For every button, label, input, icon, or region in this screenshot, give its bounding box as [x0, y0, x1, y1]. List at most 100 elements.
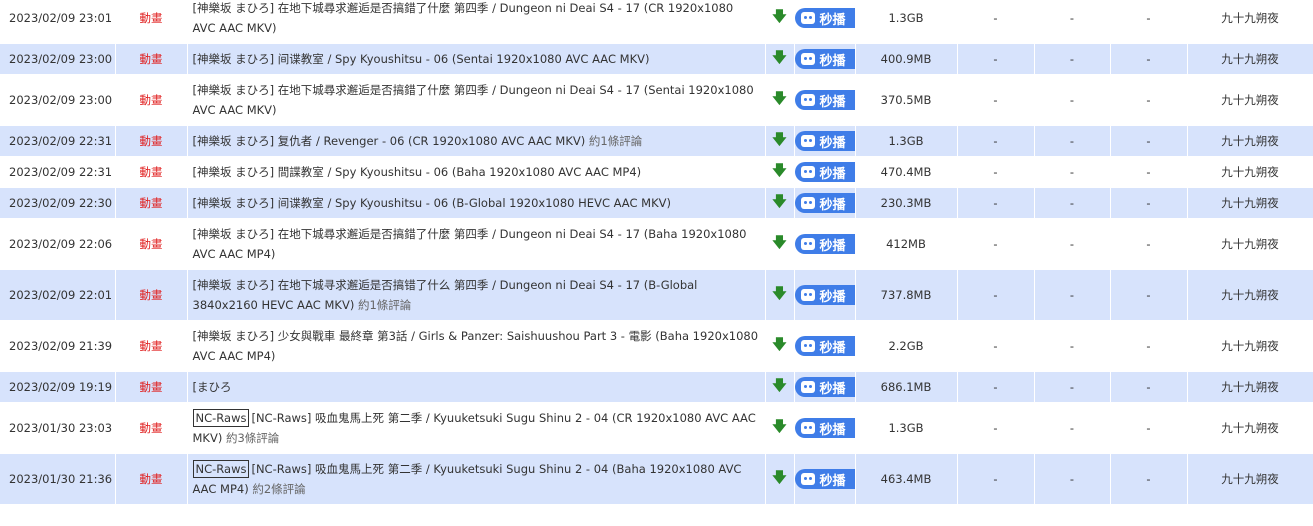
leechers-count: - — [1034, 320, 1111, 372]
title-link[interactable]: [神樂坂 まひろ] 在地下城寻求邂逅是否搞错了什么 第四季 / Dungeon … — [193, 278, 698, 312]
category-link[interactable]: 動畫 — [140, 339, 163, 353]
down-arrow-icon[interactable]: 🡇 — [772, 235, 786, 251]
down-arrow-icon[interactable]: 🡇 — [772, 286, 786, 302]
uploader-name[interactable]: 九十九朔夜 — [1187, 156, 1313, 188]
category-link[interactable]: 動畫 — [140, 11, 163, 25]
category-link[interactable]: 動畫 — [140, 288, 163, 302]
download-cell: 🡇 — [765, 43, 795, 75]
down-arrow-icon[interactable]: 🡇 — [772, 91, 786, 107]
down-arrow-icon[interactable]: 🡇 — [772, 194, 786, 210]
title-link[interactable]: [まひろ — [193, 380, 232, 394]
table-row: 2023/02/09 21:39 動畫 [神樂坂 まひろ] 少女與戰車 最終章 第3… — [0, 320, 1313, 372]
leechers-count: - — [1034, 269, 1111, 321]
category-link[interactable]: 動畫 — [140, 237, 163, 251]
upload-date: 2023/02/09 23:00 — [0, 74, 116, 126]
magnet-play-button[interactable]: 秒播 — [794, 193, 854, 213]
title-link[interactable]: [神樂坂 まひろ] 少女與戰車 最終章 第3話 / Girls & Panzer… — [193, 329, 759, 363]
download-cell: 🡇 — [765, 187, 795, 219]
category-link[interactable]: 動畫 — [140, 165, 163, 179]
uploader-name[interactable]: 九十九朔夜 — [1187, 320, 1313, 372]
title-cell: [神樂坂 まひろ] 在地下城尋求邂逅是否搞錯了什麼 第四季 / Dungeon … — [187, 74, 766, 126]
category-link[interactable]: 動畫 — [140, 93, 163, 107]
category-link[interactable]: 動畫 — [140, 380, 163, 394]
upload-date: 2023/01/30 21:36 — [0, 453, 116, 505]
down-arrow-icon[interactable]: 🡇 — [772, 50, 786, 66]
uploader-name[interactable]: 九十九朔夜 — [1187, 269, 1313, 321]
uploader-name[interactable]: 九十九朔夜 — [1187, 125, 1313, 157]
completed-count: - — [1110, 218, 1188, 270]
uploader-name[interactable]: 九十九朔夜 — [1187, 218, 1313, 270]
title-link[interactable]: [神樂坂 まひろ] 复仇者 / Revenger - 06 (CR 1920x1… — [193, 134, 586, 148]
title-link[interactable]: [神樂坂 まひろ] 间谍教室 / Spy Kyoushitsu - 06 (Se… — [193, 52, 650, 66]
upload-date: 2023/02/09 22:31 — [0, 125, 116, 157]
comment-count[interactable]: 約1條評論 — [589, 134, 642, 148]
magnet-label: 秒播 — [819, 166, 846, 182]
seeders-count: - — [957, 43, 1035, 75]
uploader-name[interactable]: 九十九朔夜 — [1187, 0, 1313, 44]
completed-count: - — [1110, 0, 1188, 44]
team-tag[interactable]: NC-Raws — [192, 460, 250, 478]
magnet-label: 秒播 — [819, 473, 846, 489]
comment-count[interactable]: 約1條評論 — [358, 298, 411, 312]
table-row: 2023/02/09 22:01 動畫 [神樂坂 まひろ] 在地下城寻求邂逅是否搞错… — [0, 269, 1313, 321]
title-link[interactable]: [神樂坂 まひろ] 间谍教室 / Spy Kyoushitsu - 06 (B-… — [193, 196, 671, 210]
uploader-name[interactable]: 九十九朔夜 — [1187, 402, 1313, 454]
magnet-play-button[interactable]: 秒播 — [794, 285, 854, 305]
file-size: 230.3MB — [855, 187, 958, 219]
table-row: 2023/02/09 23:01 動畫 [神樂坂 まひろ] 在地下城尋求邂逅是否搞錯… — [0, 0, 1313, 44]
down-arrow-icon[interactable]: 🡇 — [772, 337, 786, 353]
magnet-cell: 秒播 — [794, 402, 856, 454]
magnet-play-button[interactable]: 秒播 — [794, 469, 854, 489]
magnet-cell: 秒播 — [794, 453, 856, 505]
uploader-name[interactable]: 九十九朔夜 — [1187, 187, 1313, 219]
file-size: 686.1MB — [855, 371, 958, 403]
robot-icon — [800, 135, 815, 147]
uploader-name[interactable]: 九十九朔夜 — [1187, 74, 1313, 126]
magnet-cell: 秒播 — [794, 187, 856, 219]
team-tag[interactable]: NC-Raws — [192, 409, 250, 427]
down-arrow-icon[interactable]: 🡇 — [772, 419, 786, 435]
upload-date: 2023/02/09 22:01 — [0, 269, 116, 321]
down-arrow-icon[interactable]: 🡇 — [772, 9, 786, 25]
comment-count[interactable]: 約2條評論 — [252, 482, 305, 496]
magnet-play-button[interactable]: 秒播 — [794, 8, 854, 28]
leechers-count: - — [1034, 43, 1111, 75]
title-link[interactable]: [神樂坂 まひろ] 間諜教室 / Spy Kyoushitsu - 06 (Ba… — [193, 165, 642, 179]
table-row: 2023/01/30 23:03 動畫 NC-Raws [NC-Raws] 吸血鬼馬上… — [0, 402, 1313, 454]
magnet-label: 秒播 — [819, 340, 846, 356]
magnet-play-button[interactable]: 秒播 — [794, 234, 854, 254]
category-link[interactable]: 動畫 — [140, 472, 163, 486]
category-cell: 動畫 — [115, 187, 188, 219]
uploader-name[interactable]: 九十九朔夜 — [1187, 43, 1313, 75]
category-link[interactable]: 動畫 — [140, 196, 163, 210]
magnet-play-button[interactable]: 秒播 — [794, 336, 854, 356]
down-arrow-icon[interactable]: 🡇 — [772, 470, 786, 486]
uploader-name[interactable]: 九十九朔夜 — [1187, 453, 1313, 505]
magnet-play-button[interactable]: 秒播 — [794, 162, 854, 182]
category-link[interactable]: 動畫 — [140, 52, 163, 66]
comment-count[interactable]: 約3條評論 — [226, 431, 279, 445]
seeders-count: - — [957, 269, 1035, 321]
table-row: 2023/02/09 23:00 動畫 [神樂坂 まひろ] 间谍教室 / Spy K… — [0, 43, 1313, 75]
uploader-name[interactable]: 九十九朔夜 — [1187, 371, 1313, 403]
down-arrow-icon[interactable]: 🡇 — [772, 378, 786, 394]
title-cell: [神樂坂 まひろ] 少女與戰車 最終章 第3話 / Girls & Panzer… — [187, 320, 766, 372]
magnet-play-button[interactable]: 秒播 — [794, 418, 854, 438]
category-link[interactable]: 動畫 — [140, 134, 163, 148]
down-arrow-icon[interactable]: 🡇 — [772, 132, 786, 148]
title-link[interactable]: [神樂坂 まひろ] 在地下城尋求邂逅是否搞錯了什麼 第四季 / Dungeon … — [193, 1, 734, 35]
down-arrow-icon[interactable]: 🡇 — [772, 163, 786, 179]
magnet-play-button[interactable]: 秒播 — [794, 377, 854, 397]
title-cell: [神樂坂 まひろ] 复仇者 / Revenger - 06 (CR 1920x1… — [187, 125, 766, 157]
title-cell: [神樂坂 まひろ] 间谍教室 / Spy Kyoushitsu - 06 (B-… — [187, 187, 766, 219]
magnet-play-button[interactable]: 秒播 — [794, 131, 854, 151]
file-size: 400.9MB — [855, 43, 958, 75]
magnet-play-button[interactable]: 秒播 — [794, 90, 854, 110]
file-size: 463.4MB — [855, 453, 958, 505]
category-link[interactable]: 動畫 — [140, 421, 163, 435]
title-link[interactable]: [神樂坂 まひろ] 在地下城尋求邂逅是否搞錯了什麼 第四季 / Dungeon … — [193, 83, 754, 117]
leechers-count: - — [1034, 453, 1111, 505]
title-link[interactable]: [神樂坂 まひろ] 在地下城尋求邂逅是否搞錯了什麼 第四季 / Dungeon … — [193, 227, 747, 261]
magnet-play-button[interactable]: 秒播 — [794, 49, 854, 69]
leechers-count: - — [1034, 187, 1111, 219]
